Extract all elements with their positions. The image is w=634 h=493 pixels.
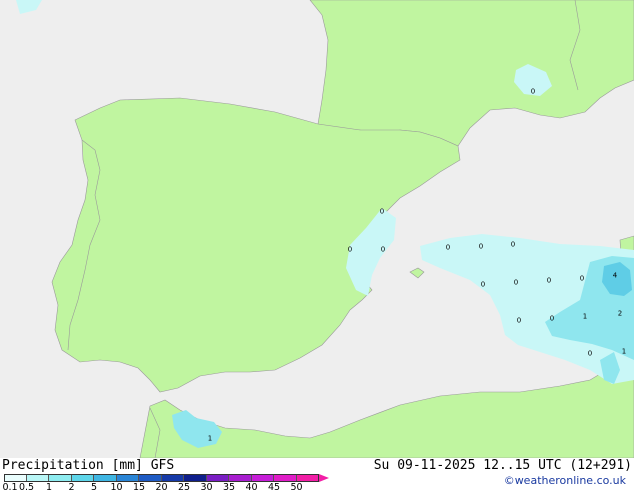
legend-label: 5 [90, 482, 98, 493]
legend-label: 2 [68, 482, 75, 493]
precip-value-label: 1 [208, 435, 212, 443]
legend-arrow [319, 474, 329, 482]
precip-value-label: 0 [479, 243, 483, 251]
legend-label: 15 [132, 482, 146, 493]
precip-value-label: 0 [547, 277, 551, 285]
model-label: GFS [150, 458, 175, 473]
legend-label: 50 [290, 482, 303, 493]
legend-label: 25 [177, 482, 191, 493]
legend-label: 35 [222, 482, 236, 493]
legend-label: 1 [45, 482, 53, 493]
precip-value-label: 0 [381, 246, 385, 254]
precip-value-label: 2 [618, 310, 622, 318]
precip-value-label: 0 [580, 275, 584, 283]
legend-frame [4, 474, 319, 482]
valid-time: Su 09-11-2025 12..15 UTC (12+291) [373, 458, 632, 473]
map-footer: Precipitation [mm] GFS Su 09-11-2025 12.… [0, 458, 634, 493]
legend-label: 45 [267, 482, 281, 493]
legend-label: 40 [245, 482, 258, 493]
precip-value-label: 0 [517, 317, 521, 325]
legend-label: 0.1 [2, 482, 18, 493]
precip-value-label: 0 [550, 315, 554, 323]
precip-value-label: 0 [511, 241, 515, 249]
legend-label: 20 [155, 482, 168, 493]
title-label: Precipitation [mm] [2, 458, 143, 473]
precip-value-label: 0 [588, 350, 592, 358]
legend-label: 0.5 [18, 482, 35, 493]
precipitation-map: 0 0 0 0 0 0 0 0 0 0 0 0 0 1 2 4 1 0 1 [0, 0, 634, 458]
precip-value-label: 1 [583, 313, 587, 321]
legend-label: 10 [110, 482, 123, 493]
precip-value-label: 1 [622, 348, 626, 356]
color-legend: 0.1 0.5 1 2 5 10 15 20 25 30 35 40 45 50 [2, 474, 334, 493]
precip-value-label: 4 [613, 272, 618, 280]
precip-value-label: 0 [348, 246, 352, 254]
credit-link[interactable]: ©weatheronline.co.uk [504, 474, 626, 487]
map-title: Precipitation [mm] GFS [2, 458, 174, 473]
precip-value-label: 0 [531, 88, 535, 96]
precip-value-label: 0 [481, 281, 485, 289]
precip-value-label: 0 [380, 208, 384, 216]
legend-label: 30 [200, 482, 213, 493]
precip-value-label: 0 [514, 279, 518, 287]
precip-value-label: 0 [446, 244, 450, 252]
